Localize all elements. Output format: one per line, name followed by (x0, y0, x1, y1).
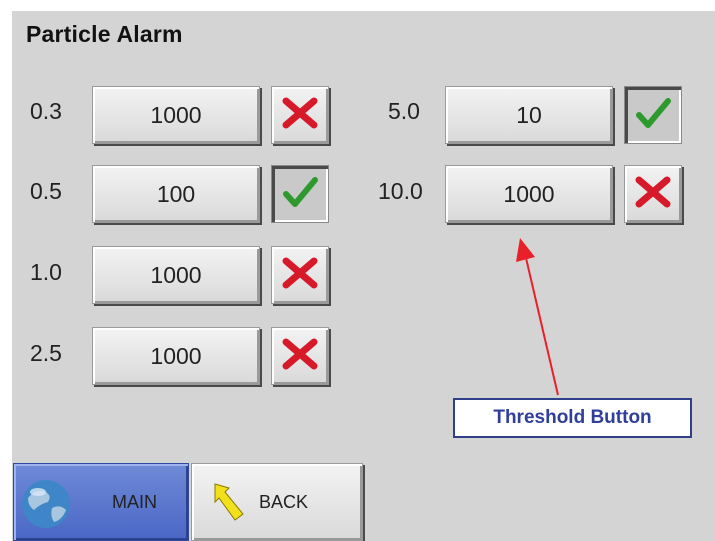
check-icon (633, 93, 673, 138)
page-title: Particle Alarm (26, 21, 183, 47)
threshold-button-callout: Threshold Button (453, 398, 692, 438)
back-button-label: BACK (259, 491, 309, 512)
x-icon (280, 334, 320, 379)
threshold-button-0-3[interactable]: 1000 (92, 86, 260, 144)
size-label-0-3: 0.3 (30, 98, 62, 124)
alarm-toggle-5-0[interactable] (624, 86, 682, 144)
back-button[interactable]: BACK (191, 463, 363, 541)
size-label-10-0: 10.0 (378, 178, 423, 204)
alarm-toggle-10-0[interactable] (624, 165, 682, 223)
main-button-label: MAIN (112, 491, 157, 512)
check-icon (280, 172, 320, 217)
x-icon (280, 93, 320, 138)
alarm-toggle-0-3[interactable] (271, 86, 329, 144)
x-icon (633, 172, 673, 217)
alarm-toggle-1-0[interactable] (271, 246, 329, 304)
back-arrow-icon (209, 480, 249, 524)
threshold-button-2-5[interactable]: 1000 (92, 327, 260, 385)
x-icon (280, 253, 320, 298)
size-label-2-5: 2.5 (30, 340, 62, 366)
size-label-1-0: 1.0 (30, 259, 62, 285)
threshold-button-1-0[interactable]: 1000 (92, 246, 260, 304)
alarm-toggle-0-5[interactable] (271, 165, 329, 223)
size-label-5-0: 5.0 (388, 98, 420, 124)
main-button[interactable]: MAIN (13, 463, 189, 541)
size-label-0-5: 0.5 (30, 178, 62, 204)
hmi-screen: Particle Alarm 0.3 1000 0.5 100 1.0 1000… (12, 11, 715, 541)
alarm-toggle-2-5[interactable] (271, 327, 329, 385)
threshold-button-0-5[interactable]: 100 (92, 165, 260, 223)
globe-icon (16, 472, 76, 532)
threshold-button-10-0[interactable]: 1000 (445, 165, 613, 223)
threshold-button-5-0[interactable]: 10 (445, 86, 613, 144)
